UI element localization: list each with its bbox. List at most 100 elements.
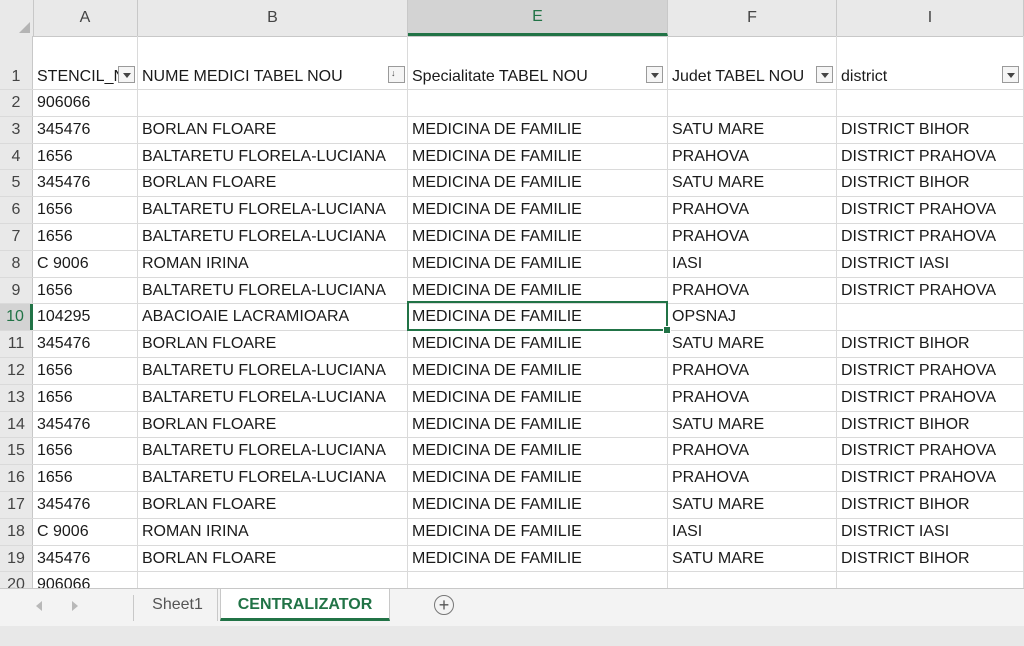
table-cell[interactable]: MEDICINA DE FAMILIE bbox=[408, 518, 668, 545]
filter-sort-button[interactable]: ↓ bbox=[388, 66, 405, 83]
row-number[interactable]: 4 bbox=[0, 143, 33, 170]
table-cell[interactable]: OPSNAJ bbox=[668, 304, 837, 331]
column-header-a[interactable]: A bbox=[33, 0, 138, 36]
table-cell[interactable]: MEDICINA DE FAMILIE bbox=[408, 143, 668, 170]
table-cell[interactable]: MEDICINA DE FAMILIE bbox=[408, 277, 668, 304]
table-cell[interactable]: 345476 bbox=[33, 492, 138, 518]
table-cell[interactable]: DISTRICT BIHOR bbox=[837, 411, 1024, 438]
table-cell[interactable]: PRAHOVA bbox=[668, 465, 837, 491]
row-number[interactable]: 13 bbox=[0, 384, 33, 411]
table-cell[interactable]: MEDICINA DE FAMILIE bbox=[408, 358, 668, 384]
table-cell[interactable]: DISTRICT BIHOR bbox=[837, 492, 1024, 518]
header-cell-district[interactable]: district bbox=[837, 36, 1024, 89]
table-cell[interactable]: SATU MARE bbox=[668, 545, 837, 572]
table-cell[interactable]: 1656 bbox=[33, 224, 138, 250]
filter-dropdown-button[interactable] bbox=[816, 66, 833, 83]
table-cell[interactable]: 345476 bbox=[33, 116, 138, 143]
row-number[interactable]: 3 bbox=[0, 116, 33, 143]
table-cell[interactable]: DISTRICT BIHOR bbox=[837, 116, 1024, 143]
filter-dropdown-button[interactable] bbox=[646, 66, 663, 83]
table-cell[interactable]: 1656 bbox=[33, 358, 138, 384]
table-cell[interactable]: PRAHOVA bbox=[668, 438, 837, 465]
table-cell[interactable] bbox=[668, 572, 837, 588]
table-cell[interactable]: BORLAN FLOARE bbox=[138, 545, 408, 572]
table-cell[interactable]: 345476 bbox=[33, 331, 138, 357]
row-number[interactable]: 9 bbox=[0, 277, 33, 304]
table-cell[interactable]: MEDICINA DE FAMILIE bbox=[408, 250, 668, 277]
table-cell[interactable]: MEDICINA DE FAMILIE bbox=[408, 170, 668, 197]
table-cell[interactable]: 345476 bbox=[33, 170, 138, 197]
table-cell[interactable]: MEDICINA DE FAMILIE bbox=[408, 438, 668, 465]
scroll-right-icon[interactable] bbox=[72, 601, 78, 611]
row-number[interactable]: 6 bbox=[0, 197, 33, 223]
add-sheet-icon[interactable]: + bbox=[434, 595, 454, 615]
table-cell[interactable]: DISTRICT PRAHOVA bbox=[837, 143, 1024, 170]
table-cell[interactable]: MEDICINA DE FAMILIE bbox=[408, 492, 668, 518]
table-cell[interactable]: C 9006 bbox=[33, 518, 138, 545]
table-cell[interactable]: DISTRICT BIHOR bbox=[837, 170, 1024, 197]
table-cell[interactable]: 345476 bbox=[33, 411, 138, 438]
table-cell[interactable]: BORLAN FLOARE bbox=[138, 331, 408, 357]
table-cell[interactable]: BALTARETU FLORELA-LUCIANA bbox=[138, 465, 408, 491]
table-cell[interactable] bbox=[138, 572, 408, 588]
table-cell[interactable]: DISTRICT IASI bbox=[837, 518, 1024, 545]
row-number[interactable]: 1 bbox=[0, 36, 33, 89]
spreadsheet-grid[interactable]: A B E F I 1 STENCIL_N NUME MEDICI TABEL … bbox=[0, 0, 1024, 588]
table-cell[interactable]: SATU MARE bbox=[668, 331, 837, 357]
table-cell[interactable]: MEDICINA DE FAMILIE bbox=[408, 331, 668, 357]
table-cell[interactable] bbox=[837, 304, 1024, 331]
row-number[interactable]: 17 bbox=[0, 492, 33, 518]
table-cell[interactable]: 1656 bbox=[33, 465, 138, 491]
table-cell[interactable]: BALTARETU FLORELA-LUCIANA bbox=[138, 143, 408, 170]
header-cell-nume[interactable]: NUME MEDICI TABEL NOU bbox=[138, 36, 408, 89]
row-number[interactable]: 7 bbox=[0, 224, 33, 250]
filter-dropdown-button[interactable] bbox=[1002, 66, 1019, 83]
table-cell[interactable]: BALTARETU FLORELA-LUCIANA bbox=[138, 358, 408, 384]
table-cell[interactable]: BORLAN FLOARE bbox=[138, 492, 408, 518]
table-cell[interactable]: BALTARETU FLORELA-LUCIANA bbox=[138, 197, 408, 223]
table-cell[interactable]: DISTRICT IASI bbox=[837, 250, 1024, 277]
table-cell[interactable]: ABACIOAIE LACRAMIOARA bbox=[138, 304, 408, 331]
table-cell[interactable]: IASI bbox=[668, 518, 837, 545]
table-cell[interactable]: BALTARETU FLORELA-LUCIANA bbox=[138, 224, 408, 250]
table-cell[interactable]: MEDICINA DE FAMILIE bbox=[408, 197, 668, 223]
table-cell[interactable]: IASI bbox=[668, 250, 837, 277]
table-cell[interactable]: DISTRICT PRAHOVA bbox=[837, 384, 1024, 411]
table-cell[interactable]: DISTRICT BIHOR bbox=[837, 331, 1024, 357]
table-cell[interactable] bbox=[837, 572, 1024, 588]
table-cell[interactable]: BALTARETU FLORELA-LUCIANA bbox=[138, 384, 408, 411]
table-cell[interactable]: BALTARETU FLORELA-LUCIANA bbox=[138, 438, 408, 465]
row-number[interactable]: 10 bbox=[0, 304, 33, 331]
row-number[interactable]: 20 bbox=[0, 572, 33, 588]
table-cell[interactable]: PRAHOVA bbox=[668, 197, 837, 223]
table-cell[interactable]: 1656 bbox=[33, 384, 138, 411]
table-cell[interactable]: PRAHOVA bbox=[668, 358, 837, 384]
table-cell[interactable]: 1656 bbox=[33, 197, 138, 223]
table-cell[interactable]: 1656 bbox=[33, 143, 138, 170]
table-cell[interactable]: BORLAN FLOARE bbox=[138, 170, 408, 197]
column-header-i[interactable]: I bbox=[837, 0, 1024, 36]
table-cell[interactable]: PRAHOVA bbox=[668, 224, 837, 250]
tab-centralizator[interactable]: CENTRALIZATOR bbox=[220, 589, 390, 621]
table-cell[interactable]: BALTARETU FLORELA-LUCIANA bbox=[138, 277, 408, 304]
table-cell[interactable] bbox=[408, 572, 668, 588]
row-number[interactable]: 11 bbox=[0, 331, 33, 357]
filter-dropdown-button[interactable] bbox=[118, 66, 135, 83]
row-number[interactable]: 15 bbox=[0, 438, 33, 465]
table-cell[interactable]: MEDICINA DE FAMILIE bbox=[408, 384, 668, 411]
table-cell[interactable]: SATU MARE bbox=[668, 492, 837, 518]
table-cell[interactable]: 104295 bbox=[33, 304, 138, 331]
table-cell[interactable]: BORLAN FLOARE bbox=[138, 116, 408, 143]
table-cell[interactable]: 906066 bbox=[33, 90, 138, 116]
row-number[interactable]: 19 bbox=[0, 545, 33, 572]
table-cell[interactable]: DISTRICT PRAHOVA bbox=[837, 197, 1024, 223]
column-header-e[interactable]: E bbox=[408, 0, 668, 36]
table-cell[interactable] bbox=[408, 90, 668, 116]
table-cell[interactable]: SATU MARE bbox=[668, 116, 837, 143]
scroll-left-icon[interactable] bbox=[36, 601, 42, 611]
row-number[interactable]: 12 bbox=[0, 358, 33, 384]
table-cell[interactable]: MEDICINA DE FAMILIE bbox=[408, 465, 668, 491]
table-cell[interactable]: DISTRICT PRAHOVA bbox=[837, 277, 1024, 304]
table-cell[interactable]: BORLAN FLOARE bbox=[138, 411, 408, 438]
header-cell-specialitate[interactable]: Specialitate TABEL NOU bbox=[408, 36, 668, 89]
